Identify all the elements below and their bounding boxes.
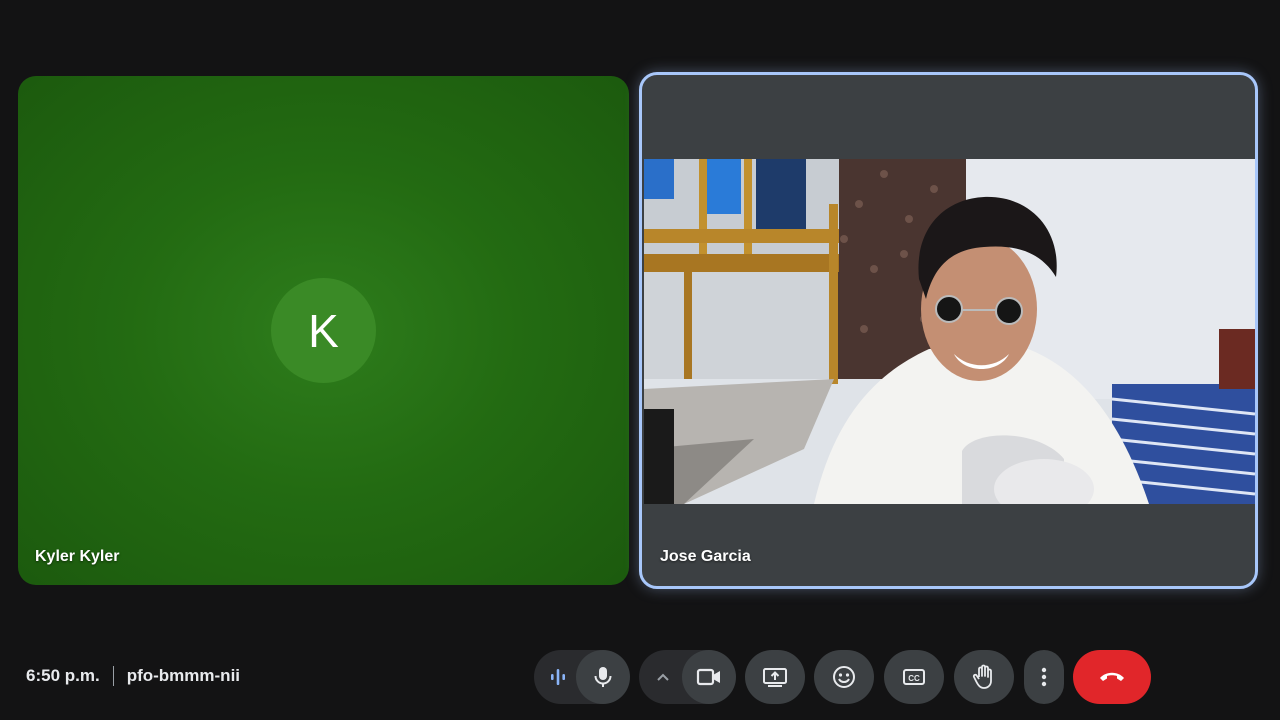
chevron-up-icon xyxy=(657,673,669,681)
captions-icon: CC xyxy=(903,669,925,685)
svg-text:CC: CC xyxy=(908,674,920,683)
participant-tile-kyler[interactable]: K Kyler Kyler xyxy=(18,76,629,585)
raise-hand-icon xyxy=(972,664,992,689)
more-options-icon xyxy=(1041,667,1047,687)
participant-video xyxy=(644,159,1255,504)
microphone-button[interactable] xyxy=(576,650,630,704)
raise-hand-button[interactable] xyxy=(954,650,1014,704)
camera-icon xyxy=(696,668,720,686)
camera-options-button[interactable] xyxy=(643,650,683,704)
leave-call-button[interactable] xyxy=(1073,650,1151,704)
participant-name: Kyler Kyler xyxy=(35,548,120,565)
audio-level-icon xyxy=(538,650,578,704)
emoji-icon xyxy=(833,666,855,688)
camera-button[interactable] xyxy=(682,650,736,704)
reactions-button[interactable] xyxy=(814,650,874,704)
participant-name: Jose Garcia xyxy=(660,548,751,565)
participant-tile-jose[interactable]: Jose Garcia xyxy=(639,72,1258,589)
hang-up-icon xyxy=(1100,672,1124,681)
more-options-button[interactable] xyxy=(1024,650,1064,704)
participant-avatar: K xyxy=(271,278,376,383)
control-bar: CC xyxy=(0,650,1280,704)
captions-button[interactable]: CC xyxy=(884,650,944,704)
video-frame-image xyxy=(644,159,1255,504)
microphone-icon xyxy=(594,667,612,687)
present-screen-button[interactable] xyxy=(745,650,805,704)
present-screen-icon xyxy=(763,668,787,687)
meeting-stage: K Kyler Kyler Jose Garcia 6:50 p.m. pfo-… xyxy=(0,0,1280,720)
